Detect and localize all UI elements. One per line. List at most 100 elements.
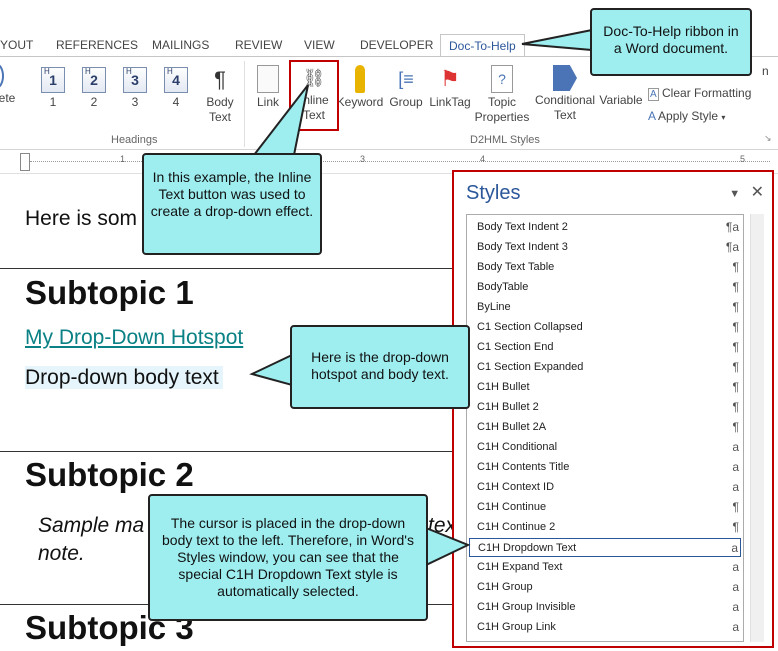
topic-properties-button[interactable]: ? Topic Properties (474, 65, 530, 125)
style-item[interactable]: C1 Section End ¶ (469, 338, 741, 357)
style-item-name: C1H Contents Title (477, 461, 570, 473)
pane-options-icon[interactable]: ▼ (729, 188, 740, 200)
tab-review[interactable]: REVIEW (235, 38, 282, 52)
clear-formatting-icon: A (648, 88, 659, 101)
conditional-text-label: Conditional Text (534, 93, 596, 122)
paragraph-icon: ¶ (214, 67, 226, 92)
link-button[interactable]: Link (253, 65, 283, 110)
clear-formatting-button[interactable]: A Clear Formatting (648, 86, 752, 101)
style-item-name: C1H Group Link (477, 621, 556, 633)
style-item[interactable]: C1H Dropdown Text a (469, 538, 741, 557)
style-item[interactable]: C1H Group a (469, 578, 741, 597)
indent-marker-icon[interactable] (20, 153, 30, 171)
style-item-name: Body Text Indent 2 (477, 221, 568, 233)
style-item[interactable]: C1H Continue 2 ¶ (469, 518, 741, 537)
style-item[interactable]: Body Text Indent 2 ¶a (469, 218, 741, 237)
style-item[interactable]: C1 Section Expanded ¶ (469, 358, 741, 377)
style-item-name: ByLine (477, 301, 511, 313)
dropdown-body-text[interactable]: Drop-down body text (25, 366, 223, 390)
dialog-launcher-icon[interactable]: ↘ (764, 133, 772, 144)
heading-4-label: 4 (172, 95, 180, 109)
cut-off-button[interactable]: ete (0, 63, 20, 106)
intro-text: Here is som (25, 207, 138, 230)
tab-mailings[interactable]: MAILINGS (152, 38, 209, 52)
subtopic-2-heading: Subtopic 2 (25, 456, 194, 493)
apply-style-label: Apply Style (658, 109, 719, 123)
style-item[interactable]: C1H Bullet ¶ (469, 378, 741, 397)
style-item[interactable]: C1H Conditional a (469, 438, 741, 457)
style-item[interactable]: Body Text Table ¶ (469, 258, 741, 277)
close-icon[interactable]: ✕ (751, 184, 764, 201)
heading-2-icon: H2 (82, 67, 106, 93)
linktag-label: LinkTag (429, 95, 471, 109)
apply-style-button[interactable]: A Apply Style ▾ (648, 109, 725, 123)
style-item[interactable]: C1H Expand Text a (469, 558, 741, 577)
conditional-icon (553, 65, 577, 91)
hotspot-callout: Here is the drop-down hotspot and body t… (290, 325, 470, 409)
document-link-icon (257, 65, 279, 93)
dropdown-hotspot-link[interactable]: My Drop-Down Hotspot (25, 326, 243, 350)
style-type-icon: ¶ (732, 300, 739, 314)
heading-1-button[interactable]: H1 1 (40, 67, 66, 110)
style-item[interactable]: C1H Context ID a (469, 478, 741, 497)
style-type-icon: ¶ (732, 420, 739, 434)
linktag-button[interactable]: ⚑ LinkTag (428, 65, 472, 110)
keyword-label: Keyword (336, 95, 384, 109)
link-label: Link (256, 95, 279, 109)
style-item[interactable]: C1H Bullet 2A ¶ (469, 418, 741, 437)
style-item[interactable]: BodyTable ¶ (469, 278, 741, 297)
style-item[interactable]: C1H Bullet 2 ¶ (469, 398, 741, 417)
heading-4-button[interactable]: H4 4 (163, 67, 189, 110)
ruler-mark: 3 (360, 154, 366, 164)
key-icon (355, 65, 365, 93)
clear-formatting-label: Clear Formatting (662, 86, 752, 100)
style-item[interactable]: C1H Continue ¶ (469, 498, 741, 517)
style-item-name: C1 Section Collapsed (477, 321, 583, 333)
ribbon-cut-text: n (762, 64, 769, 78)
style-item-name: C1H Bullet 2 (477, 401, 539, 413)
style-item-name: C1 Section End (477, 341, 554, 353)
style-type-icon: ¶ (732, 400, 739, 414)
style-type-icon: ¶ (732, 260, 739, 274)
group-button[interactable]: [≡ Group (388, 65, 424, 110)
cut-off-icon (0, 63, 4, 89)
style-item[interactable]: C1 Section Collapsed ¶ (469, 318, 741, 337)
style-item-name: Body Text Indent 3 (477, 241, 568, 253)
styles-pane: Styles ▼ ✕ Body Text Indent 2 ¶a Body Text… (452, 170, 774, 648)
heading-4-icon: H4 (164, 67, 188, 93)
body-text-button[interactable]: ¶ Body Text (203, 67, 237, 125)
heading-2-button[interactable]: H2 2 (81, 67, 107, 110)
tab-developer[interactable]: DEVELOPER (360, 38, 433, 52)
styles-list[interactable]: Body Text Indent 2 ¶a Body Text Indent 3 ¶a… (466, 214, 744, 642)
ruler-ticks (30, 161, 770, 163)
tab-view[interactable]: VIEW (304, 38, 335, 52)
styles-scrollbar[interactable] (750, 214, 764, 642)
style-item-name: C1H Continue 2 (477, 521, 556, 533)
ribbon-callout: Doc-To-Help ribbon in a Word document. (590, 8, 752, 76)
ruler-mark: 1 (120, 154, 126, 164)
group-label-headings: Headings (111, 134, 158, 146)
styles-pane-title: Styles (466, 182, 521, 204)
style-type-icon: a (732, 580, 739, 594)
style-item-name: C1H Conditional (477, 441, 558, 453)
style-item[interactable]: C1H Contents Title a (469, 458, 741, 477)
style-item[interactable]: ByLine ¶ (469, 298, 741, 317)
tab-references[interactable]: REFERENCES (56, 38, 138, 52)
keyword-button[interactable]: Keyword (336, 65, 384, 110)
style-type-icon: ¶ (732, 360, 739, 374)
style-type-icon: a (732, 440, 739, 454)
inline-text-highlight (289, 60, 339, 131)
tab-layout[interactable]: YOUT (0, 38, 33, 52)
ribbon-separator (244, 61, 245, 147)
style-item[interactable]: C1H Group Link a (469, 618, 741, 637)
style-type-icon: a (732, 620, 739, 634)
style-item[interactable]: C1H Group Invisible a (469, 598, 741, 617)
style-item[interactable]: Body Text Indent 3 ¶a (469, 238, 741, 257)
style-item-name: C1H Dropdown Text (478, 542, 577, 554)
style-type-icon: a (732, 560, 739, 574)
heading-3-button[interactable]: H3 3 (122, 67, 148, 110)
tab-doc-to-help[interactable]: Doc-To-Help (440, 34, 525, 57)
ruler-mark: 5 (740, 154, 746, 164)
conditional-text-button[interactable]: Conditional Text (533, 65, 597, 123)
cursor-callout: The cursor is placed in the drop-down bo… (148, 494, 428, 621)
